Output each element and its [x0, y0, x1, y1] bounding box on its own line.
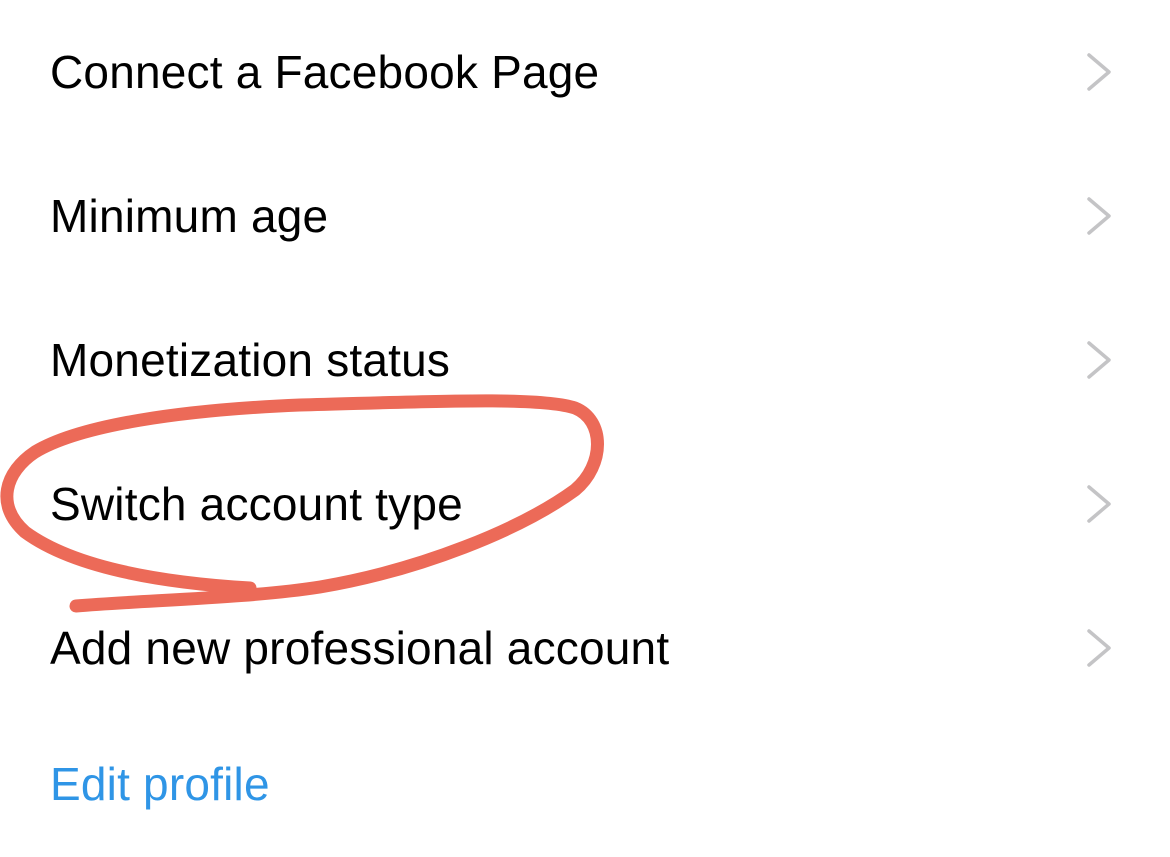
chevron-right-icon — [1083, 628, 1115, 668]
menu-item-label: Add new professional account — [50, 622, 670, 674]
edit-profile-label: Edit profile — [50, 758, 270, 810]
menu-item-add-new-professional-account[interactable]: Add new professional account — [0, 576, 1170, 720]
menu-item-connect-facebook-page[interactable]: Connect a Facebook Page — [0, 0, 1170, 144]
chevron-right-icon — [1083, 484, 1115, 524]
menu-item-label: Connect a Facebook Page — [50, 46, 600, 98]
menu-item-minimum-age[interactable]: Minimum age — [0, 144, 1170, 288]
chevron-right-icon — [1083, 196, 1115, 236]
menu-item-monetization-status[interactable]: Monetization status — [0, 288, 1170, 432]
menu-item-label: Switch account type — [50, 478, 463, 530]
edit-profile-link[interactable]: Edit profile — [0, 712, 1170, 856]
menu-item-label: Minimum age — [50, 190, 329, 242]
chevron-right-icon — [1083, 340, 1115, 380]
chevron-right-icon — [1083, 52, 1115, 92]
menu-item-switch-account-type[interactable]: Switch account type — [0, 432, 1170, 576]
menu-item-label: Monetization status — [50, 334, 451, 386]
